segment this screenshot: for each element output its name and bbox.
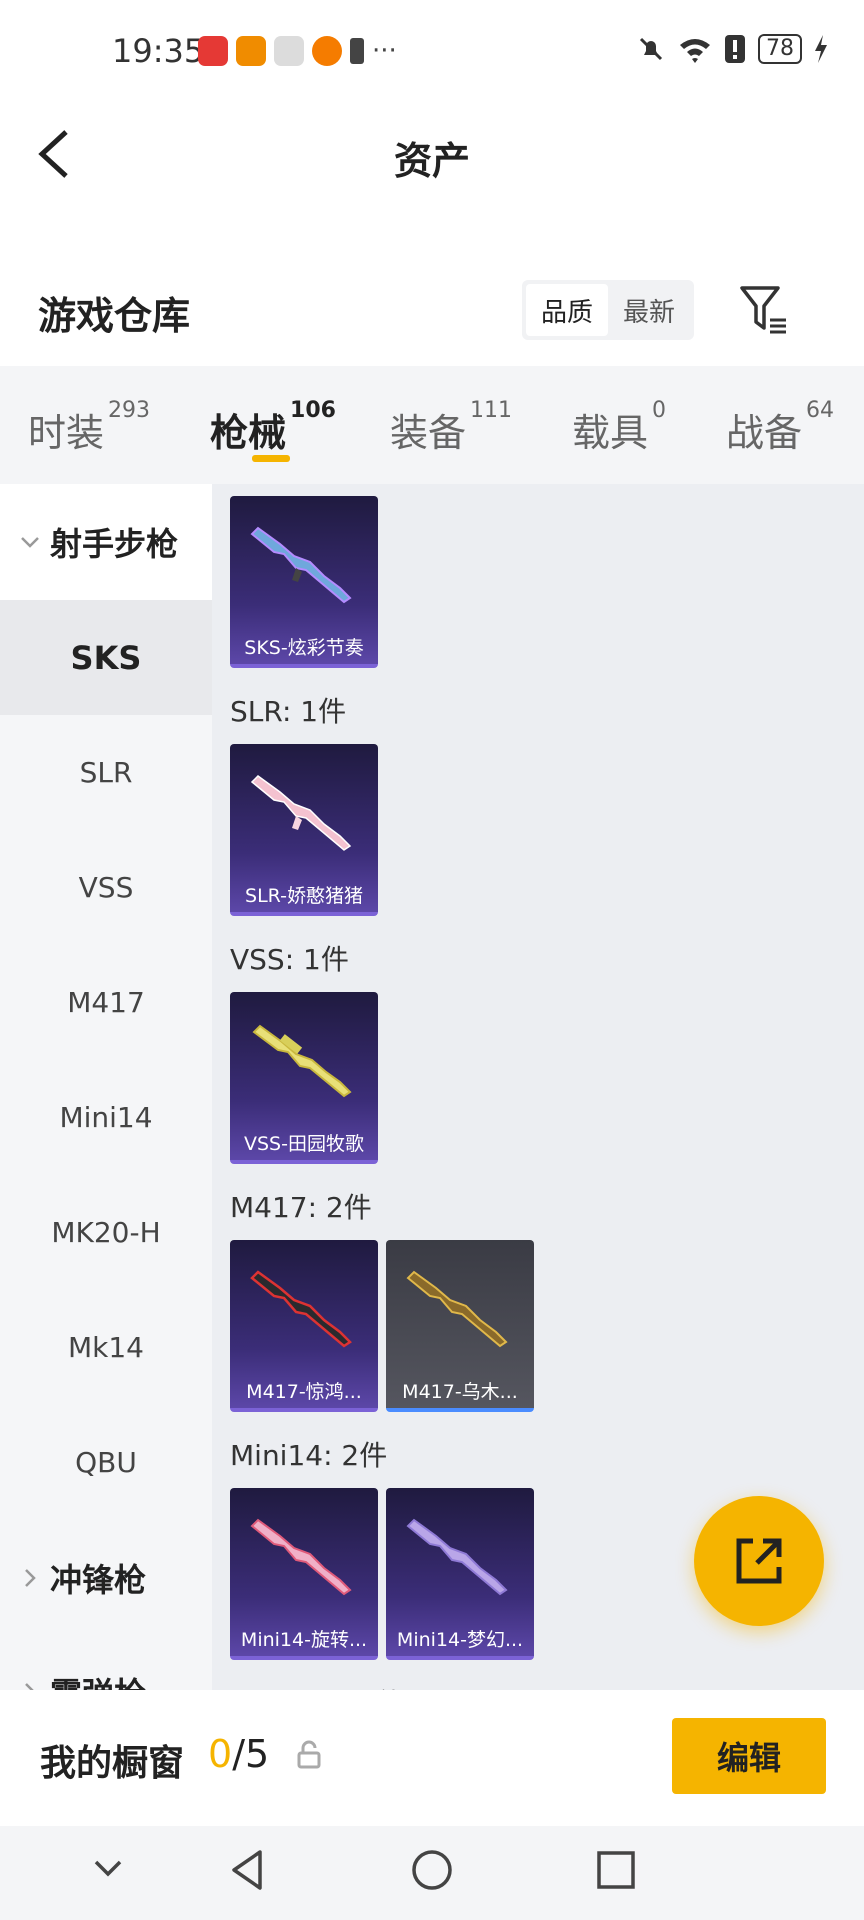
weapon-card[interactable]: Mini14-旋转... (230, 1488, 378, 1660)
weapon-side-nav: 射手步枪 SKS SLR VSS M417 Mini14 MK20-H Mk14… (0, 484, 212, 1690)
nav-back-icon[interactable] (226, 1848, 270, 1892)
app-notification-icon (198, 36, 228, 66)
weapon-card-label: SKS-炫彩节奏 (244, 637, 364, 659)
weapon-card-label: Mini14-梦幻... (396, 1629, 524, 1651)
system-nav-bar (0, 1826, 864, 1920)
section-label-mk20h: MK20-H: 2件 (230, 1682, 403, 1690)
nav-item-m417[interactable]: M417 (0, 945, 212, 1060)
filter-icon[interactable] (738, 284, 790, 336)
showcase-label: 我的橱窗 (40, 1743, 185, 1784)
weapon-card[interactable]: SKS-炫彩节奏 (230, 496, 378, 668)
status-time: 19:35 (112, 32, 205, 70)
nav-item-qbu[interactable]: QBU (0, 1405, 212, 1520)
chevron-right-icon (25, 1683, 34, 1690)
nav-item-mk14[interactable]: Mk14 (0, 1290, 212, 1405)
nav-group-shotgun[interactable]: 霰弹枪 (0, 1634, 212, 1690)
section-label-m417: M417: 2件 (230, 1191, 372, 1224)
chevron-down-icon[interactable] (88, 1848, 128, 1888)
chevron-right-icon (25, 1569, 36, 1587)
status-app-icons: ··· (198, 36, 397, 66)
rifle-icon (250, 775, 352, 851)
active-tab-indicator (252, 455, 290, 462)
alert-icon (725, 35, 745, 63)
app-notification-icon (312, 36, 342, 66)
wifi-icon (680, 39, 710, 63)
weapon-card-label: M417-惊鸿... (246, 1381, 362, 1403)
tab-equipment[interactable]: 装备111 (390, 398, 512, 457)
nav-item-mini14[interactable]: Mini14 (0, 1060, 212, 1175)
section-label-slr: SLR: 1件 (230, 695, 347, 728)
nav-recents-icon[interactable] (594, 1848, 638, 1892)
tab-guns[interactable]: 枪械106 (210, 398, 336, 457)
nav-item-vss[interactable]: VSS (0, 830, 212, 945)
weapon-card[interactable]: Mini14-梦幻... (386, 1488, 534, 1660)
chevron-down-icon (21, 537, 39, 548)
sort-latest-button[interactable]: 最新 (608, 284, 690, 336)
weapon-card[interactable]: M417-惊鸿... (230, 1240, 378, 1412)
nav-group-marksman-rifles[interactable]: 射手步枪 (0, 484, 212, 600)
more-notifications-icon: ··· (372, 36, 397, 66)
weapon-card-label: M417-乌木... (402, 1381, 518, 1403)
rifle-icon (250, 1270, 352, 1348)
nav-home-icon[interactable] (410, 1848, 454, 1892)
weapon-card-label: Mini14-旋转... (240, 1629, 368, 1651)
category-tabs: 时装293 枪械106 装备111 载具0 战备64 (0, 366, 864, 484)
section-label-vss: VSS: 1件 (230, 943, 349, 976)
warehouse-title: 游戏仓库 (38, 294, 191, 338)
tab-vehicles[interactable]: 载具0 (572, 398, 666, 457)
app-notification-icon (236, 36, 266, 66)
weapon-card[interactable]: VSS-田园牧歌 (230, 992, 378, 1164)
sort-toggle: 品质 最新 (522, 280, 694, 340)
sim-icon (350, 38, 364, 64)
share-fab-button[interactable] (694, 1496, 824, 1626)
battery-indicator: 78 (758, 34, 802, 64)
tab-supplies[interactable]: 战备64 (726, 398, 834, 457)
rifle-icon (252, 1024, 352, 1098)
lock-icon (297, 1740, 321, 1769)
showcase-count: 0/5 (208, 1732, 270, 1776)
share-export-icon (736, 1538, 782, 1584)
nav-item-sks[interactable]: SKS (0, 600, 212, 715)
rifle-icon (406, 1270, 508, 1348)
nav-item-mk20h[interactable]: MK20-H (0, 1175, 212, 1290)
page-title: 资产 (393, 139, 470, 183)
nav-item-slr[interactable]: SLR (0, 715, 212, 830)
rifle-icon (250, 526, 352, 604)
app-notification-icon (274, 36, 304, 66)
section-label-mini14: Mini14: 2件 (230, 1439, 388, 1472)
rifle-icon (406, 1518, 508, 1596)
tab-fashion[interactable]: 时装293 (28, 398, 150, 457)
mute-bell-icon (639, 37, 663, 61)
edit-button[interactable]: 编辑 (672, 1718, 826, 1794)
sort-quality-button[interactable]: 品质 (526, 284, 608, 336)
weapon-card-label: SLR-娇憨猪猪 (245, 885, 363, 907)
charging-icon (815, 35, 827, 63)
header: 资产 (0, 104, 864, 204)
rifle-icon (250, 1518, 352, 1596)
nav-group-smg[interactable]: 冲锋枪 (0, 1520, 212, 1636)
weapon-card[interactable]: SLR-娇憨猪猪 (230, 744, 378, 916)
weapon-card-label: VSS-田园牧歌 (244, 1133, 364, 1155)
status-bar: 19:35 ··· 78 (0, 0, 864, 104)
weapon-card[interactable]: M417-乌木... (386, 1240, 534, 1412)
showcase-bar: 我的橱窗 0/5 编辑 (0, 1690, 864, 1826)
status-right: 78 (636, 34, 828, 64)
